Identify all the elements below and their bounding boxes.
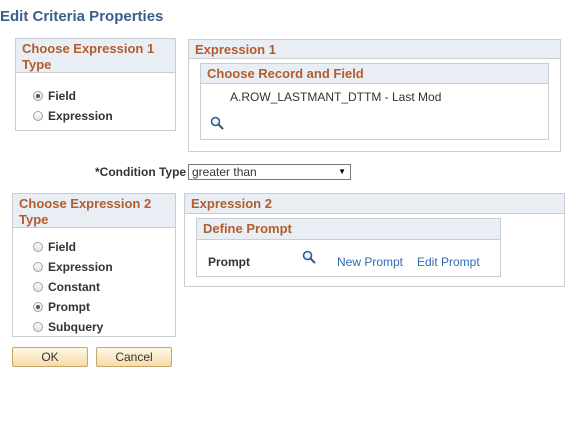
radio-button-icon <box>33 91 43 101</box>
ok-button[interactable]: OK <box>12 347 88 367</box>
radio-button-icon <box>33 262 43 272</box>
condition-type-label: *Condition Type <box>95 165 187 179</box>
radio-label: Expression <box>48 109 113 123</box>
radio-button-icon <box>33 282 43 292</box>
radio-label: Subquery <box>48 320 104 334</box>
expr2-radio-expression[interactable]: Expression <box>33 260 113 274</box>
search-icon[interactable] <box>302 250 316 264</box>
choose-record-heading: Choose Record and Field <box>201 64 548 84</box>
expr1-radio-field[interactable]: Field <box>33 89 76 103</box>
radio-label: Prompt <box>48 300 90 314</box>
expr1-radio-expression[interactable]: Expression <box>33 109 113 123</box>
condition-type-value: greater than <box>192 165 257 179</box>
expr2-radio-prompt[interactable]: Prompt <box>33 300 90 314</box>
chevron-down-icon: ▼ <box>338 167 346 176</box>
condition-type-select[interactable]: greater than ▼ <box>188 164 351 180</box>
cancel-button[interactable]: Cancel <box>96 347 172 367</box>
new-prompt-link[interactable]: New Prompt <box>337 255 403 269</box>
radio-button-icon <box>33 111 43 121</box>
expr2-radio-field[interactable]: Field <box>33 240 76 254</box>
radio-button-icon <box>33 322 43 332</box>
expression2-heading: Expression 2 <box>185 194 564 214</box>
radio-button-icon <box>33 242 43 252</box>
expr2-radio-constant[interactable]: Constant <box>33 280 100 294</box>
edit-prompt-link[interactable]: Edit Prompt <box>417 255 480 269</box>
search-icon[interactable] <box>210 116 224 130</box>
radio-label: Field <box>48 89 77 103</box>
radio-label: Constant <box>48 280 100 294</box>
expression1-heading: Expression 1 <box>189 40 560 59</box>
expr2-type-heading: Choose Expression 2 Type <box>13 194 175 228</box>
expr2-radio-subquery[interactable]: Subquery <box>33 320 103 334</box>
expr1-type-heading: Choose Expression 1 Type <box>16 39 175 73</box>
field-value: A.ROW_LASTMANT_DTTM - Last Mod <box>230 90 442 104</box>
define-prompt-heading: Define Prompt <box>197 219 500 240</box>
prompt-label: Prompt <box>208 255 250 269</box>
page-title: Edit Criteria Properties <box>0 8 164 25</box>
radio-label: Expression <box>48 260 113 274</box>
radio-label: Field <box>48 240 77 254</box>
radio-button-icon <box>33 302 43 312</box>
